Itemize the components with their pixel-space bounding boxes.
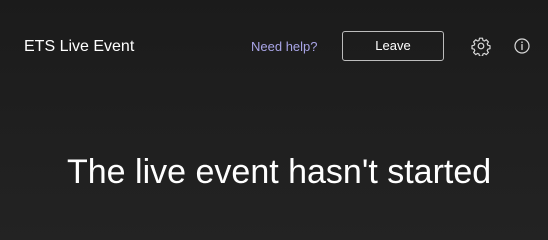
gear-icon [471,36,491,56]
event-header: ETS Live Event Need help? Leave [0,0,548,94]
settings-button[interactable] [471,36,491,56]
leave-button[interactable]: Leave [342,31,444,61]
event-status-message: The live event hasn't started [67,153,492,191]
info-icon [512,36,532,56]
event-title: ETS Live Event [24,38,135,55]
need-help-link[interactable]: Need help? [251,39,318,55]
info-button[interactable] [512,36,532,56]
live-event-window: ETS Live Event Need help? Leave The live… [0,0,548,240]
